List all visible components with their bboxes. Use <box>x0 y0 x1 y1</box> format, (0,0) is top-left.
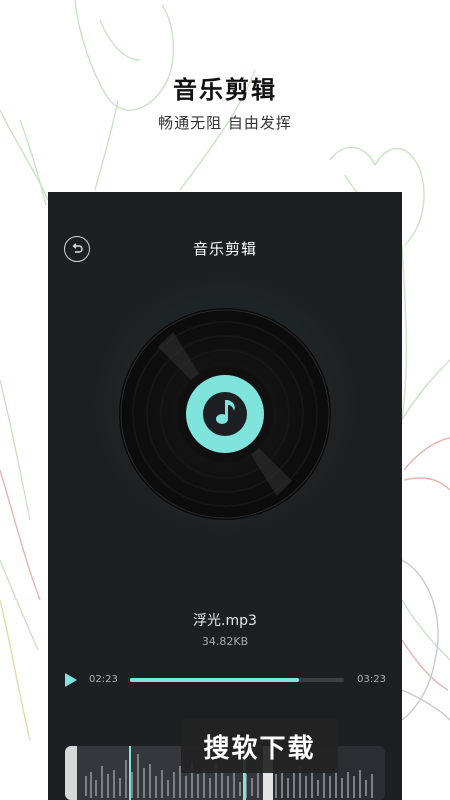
screen-title: 音乐剪辑 <box>192 240 257 258</box>
track-name: 浮光.mp3 <box>193 613 257 629</box>
current-time: 02:23 <box>89 674 118 685</box>
play-icon[interactable] <box>64 672 78 688</box>
progress-bar[interactable] <box>130 678 344 682</box>
promo-title: 音乐剪辑 <box>173 76 277 104</box>
watermark-label: 搜软下载 <box>181 719 338 773</box>
total-time: 03:23 <box>357 674 386 685</box>
track-size: 34.82KB <box>201 635 249 648</box>
promo-subtitle: 畅通无阻 自由发挥 <box>158 114 292 132</box>
vinyl-disc <box>119 308 331 520</box>
progress-fill <box>130 678 300 682</box>
phone-screen: 音乐剪辑 浮光.mp3 34.82KB 02:23 03:23 <box>48 192 402 800</box>
music-note-icon <box>203 392 247 436</box>
